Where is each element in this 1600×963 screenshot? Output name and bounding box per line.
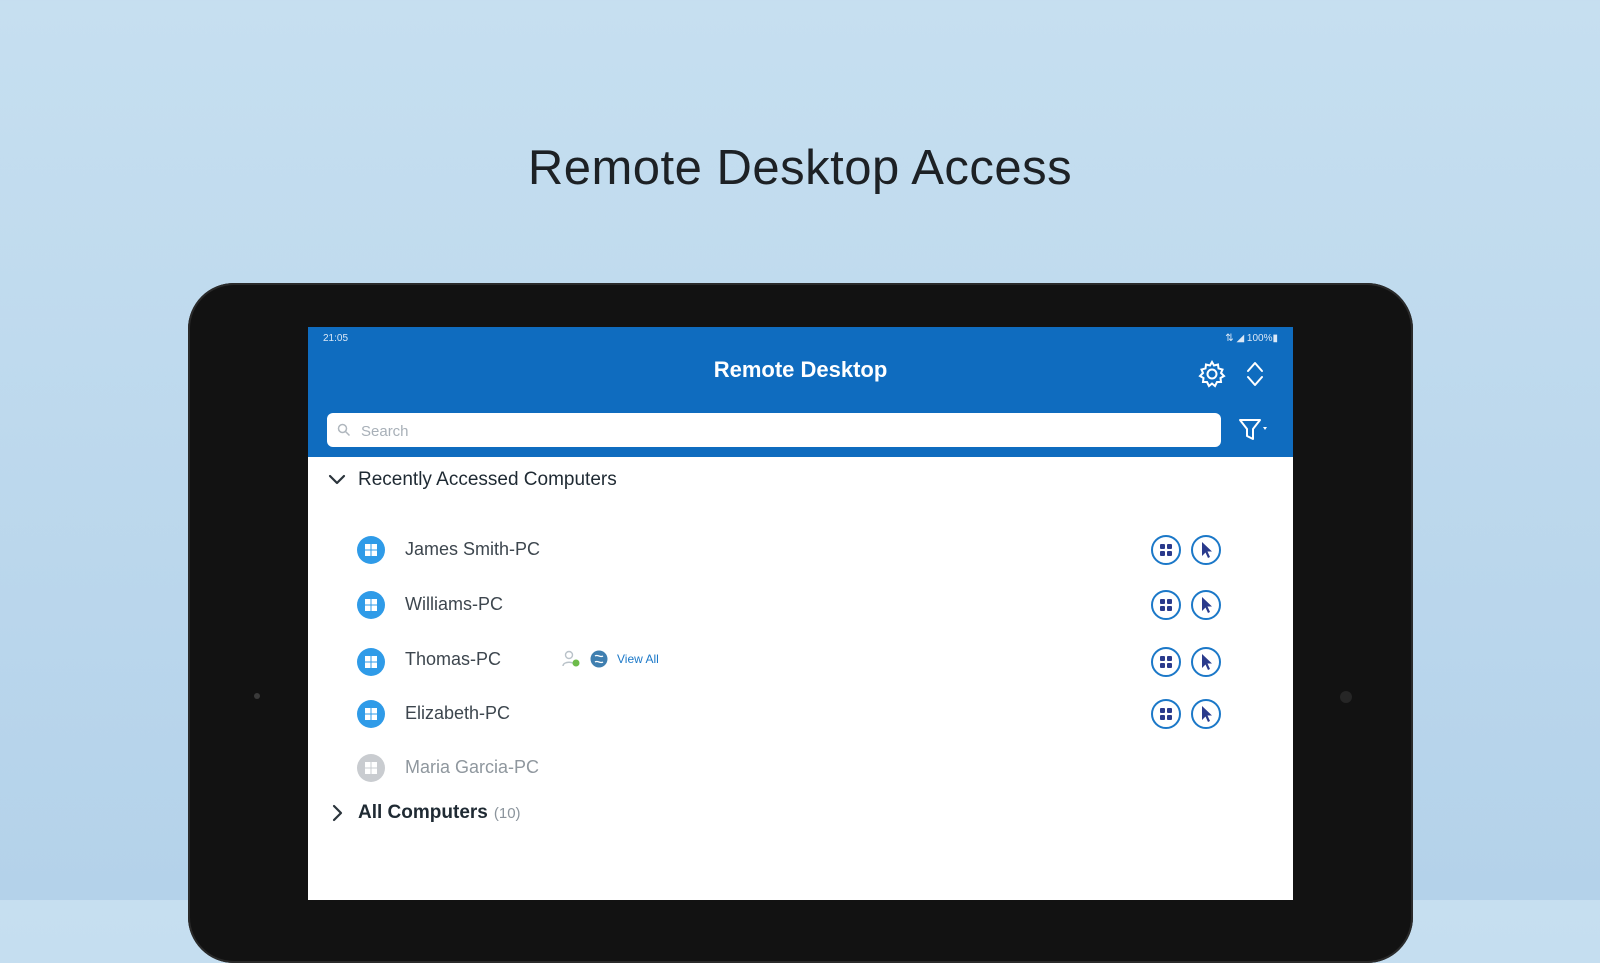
search-icon <box>337 423 351 437</box>
remote-control-icon[interactable] <box>1150 534 1182 566</box>
gear-icon[interactable] <box>1197 359 1227 389</box>
remote-control-icon[interactable] <box>1150 589 1182 621</box>
search-bar <box>327 413 1221 447</box>
tablet-sensor <box>254 693 260 699</box>
page-headline: Remote Desktop Access <box>527 141 1073 195</box>
windows-icon <box>357 591 385 619</box>
status-time: 21:05 <box>323 333 349 344</box>
windows-icon <box>357 648 385 676</box>
computer-name: Maria Garcia-PC <box>405 757 540 777</box>
cursor-icon[interactable] <box>1190 698 1222 730</box>
computer-row[interactable]: Williams-PC <box>308 583 1293 625</box>
app-bar: 21:05 ⇅ ◢ 100%▮ Remote Desktop <box>308 327 1293 457</box>
section-recent-header[interactable]: Recently Accessed Computers <box>326 466 617 494</box>
computer-row[interactable]: James Smith-PC <box>308 528 1293 570</box>
computer-row[interactable]: Thomas-PC View All <box>308 638 1293 680</box>
computer-row[interactable]: Elizabeth-PC <box>308 692 1293 734</box>
row-extras: View All <box>561 648 659 670</box>
computer-name: James Smith-PC <box>405 539 541 559</box>
app-screen: 21:05 ⇅ ◢ 100%▮ Remote Desktop Search Re… <box>308 327 1293 900</box>
windows-icon <box>357 700 385 728</box>
windows-offline-icon <box>357 754 385 782</box>
status-bar: 21:05 ⇅ ◢ 100%▮ <box>323 331 1278 347</box>
remote-control-icon[interactable] <box>1150 698 1182 730</box>
sort-arrows-icon[interactable] <box>1241 359 1269 389</box>
app-title: Remote Desktop <box>713 357 888 382</box>
view-all-link[interactable]: View All <box>617 652 659 666</box>
section-recent-title: Recently Accessed Computers <box>358 469 617 490</box>
section-all-header[interactable]: All Computers (10) <box>326 799 521 827</box>
chevron-right-icon <box>332 804 343 822</box>
section-all-title: All Computers <box>358 802 488 823</box>
cursor-icon[interactable] <box>1190 534 1222 566</box>
globe-icon <box>590 650 608 668</box>
computer-name: Thomas-PC <box>405 649 502 669</box>
windows-icon <box>357 536 385 564</box>
section-all-count: (10) <box>493 804 521 822</box>
tablet-camera <box>1340 691 1352 703</box>
cursor-icon[interactable] <box>1190 646 1222 678</box>
remote-control-icon[interactable] <box>1150 646 1182 678</box>
chevron-down-icon <box>328 474 346 485</box>
cursor-icon[interactable] <box>1190 589 1222 621</box>
search-input[interactable] <box>359 417 1203 445</box>
computer-name: Elizabeth-PC <box>405 703 511 723</box>
computer-row[interactable]: Maria Garcia-PC <box>308 746 1293 788</box>
computer-name: Williams-PC <box>405 594 503 614</box>
filter-icon[interactable] <box>1236 415 1272 445</box>
users-icon <box>562 650 580 667</box>
status-indicators: ⇅ ◢ 100%▮ <box>1225 333 1278 344</box>
